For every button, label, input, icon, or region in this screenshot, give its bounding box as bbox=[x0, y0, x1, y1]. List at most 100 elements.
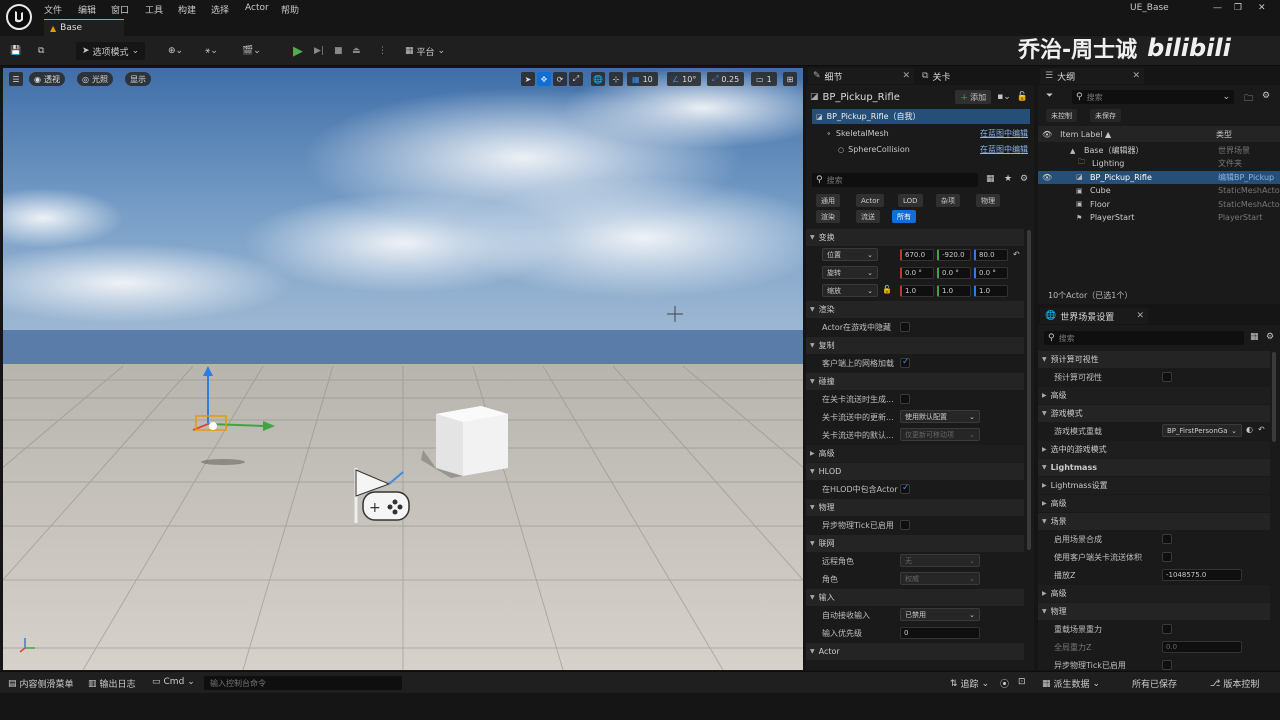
category-lightmass-settings[interactable]: ▶ Lightmass设置 bbox=[1038, 477, 1270, 494]
net-load-on-client-checkbox[interactable] bbox=[900, 357, 910, 368]
translate-mode-icon[interactable]: ✥ bbox=[537, 72, 551, 86]
world-space-icon[interactable]: 🌐 bbox=[591, 72, 605, 86]
content-browser-icon[interactable]: ⧉ bbox=[38, 42, 44, 60]
category-precomputed-visibility[interactable]: ▼ 预计算可视性 bbox=[1038, 351, 1270, 368]
filter-physics[interactable]: 物理 bbox=[976, 194, 1000, 207]
location-mode-combo[interactable]: 位置 ⌄ bbox=[822, 248, 878, 261]
select-mode-icon[interactable]: ➤ bbox=[521, 72, 535, 86]
menu-actor[interactable]: Actor bbox=[245, 3, 269, 13]
menu-help[interactable]: 帮助 bbox=[281, 3, 299, 16]
scale-x-field[interactable]: 1.0 bbox=[900, 285, 934, 297]
world-settings-scrollbar[interactable] bbox=[1272, 352, 1276, 442]
menu-build[interactable]: 构建 bbox=[178, 3, 196, 16]
auto-receive-input-combo[interactable]: 已禁用 ⌄ bbox=[900, 608, 980, 621]
game-mode-override-combo[interactable]: BP_FirstPersonGa ⌄ bbox=[1162, 424, 1242, 437]
menu-select[interactable]: 选择 bbox=[211, 3, 229, 16]
filter-icon[interactable]: ⏷ bbox=[1046, 91, 1053, 101]
cmd-button[interactable]: ▭ Cmd ⌄ bbox=[152, 677, 195, 687]
use-client-streaming-checkbox[interactable] bbox=[1162, 552, 1172, 562]
rotation-mode-combo[interactable]: 旋转 ⌄ bbox=[822, 266, 878, 279]
property-matrix-icon[interactable]: ▦ bbox=[1250, 332, 1259, 342]
outliner-row[interactable]: ▣ Cube StaticMeshActo bbox=[1038, 184, 1280, 197]
async-physics-checkbox[interactable] bbox=[1162, 660, 1172, 670]
location-y-field[interactable]: -920.0 bbox=[937, 249, 971, 261]
filter-general[interactable]: 通用 bbox=[816, 194, 840, 207]
stop-button[interactable]: ■ bbox=[334, 42, 343, 60]
category-physics[interactable]: ▼ 物理 bbox=[1038, 603, 1270, 620]
menu-file[interactable]: 文件 bbox=[44, 3, 62, 16]
rotation-x-field[interactable]: 0.0 ° bbox=[900, 267, 934, 279]
override-gravity-checkbox[interactable] bbox=[1162, 624, 1172, 634]
category-rendering[interactable]: ▼ 渲染 bbox=[806, 301, 1024, 318]
scale-y-field[interactable]: 1.0 bbox=[937, 285, 971, 297]
details-tab[interactable]: ✎ 细节 ✕ bbox=[808, 68, 914, 84]
mode-select-button[interactable]: ➤ 选项模式 ⌄ bbox=[76, 42, 146, 60]
world-settings-search-input[interactable] bbox=[1058, 333, 1229, 343]
filter-actor[interactable]: Actor bbox=[856, 194, 885, 207]
stop-record-icon[interactable]: ⊡ bbox=[1018, 677, 1026, 687]
visibility-eye-icon[interactable]: 👁 bbox=[1042, 173, 1052, 182]
reset-to-default-icon[interactable]: ↶ bbox=[1013, 250, 1020, 259]
scale-z-field[interactable]: 1.0 bbox=[974, 285, 1008, 297]
output-log-button[interactable]: ▥ 输出日志 bbox=[88, 677, 136, 691]
filter-rendering[interactable]: 渲染 bbox=[816, 210, 840, 223]
minimize-button[interactable]: — bbox=[1213, 3, 1222, 13]
category-advanced[interactable]: ▶ 高级 bbox=[1038, 495, 1270, 512]
source-control-button[interactable]: ⎇ 版本控制 bbox=[1210, 677, 1259, 691]
details-search-box[interactable]: ⚲ bbox=[812, 173, 978, 187]
category-advanced[interactable]: ▶ 高级 bbox=[806, 445, 1024, 462]
world-settings-search-box[interactable]: ⚲ bbox=[1044, 331, 1244, 345]
category-replication[interactable]: ▼ 复制 bbox=[806, 337, 1024, 354]
trace-button[interactable]: ⇅ 追踪 ⌄ bbox=[950, 677, 989, 691]
maximize-button[interactable]: ❐ bbox=[1234, 3, 1242, 13]
unreal-logo-icon[interactable] bbox=[4, 2, 34, 32]
component-sphere-collision[interactable]: ○ SphereCollision 在蓝图中编辑 bbox=[806, 142, 1034, 157]
input-priority-field[interactable]: 0 bbox=[900, 627, 980, 639]
location-x-field[interactable]: 670.0 bbox=[900, 249, 934, 261]
show-button[interactable]: 显示 bbox=[125, 72, 151, 86]
viewport-menu-icon[interactable]: ☰ bbox=[9, 72, 23, 86]
browse-asset-icon[interactable]: ◐ bbox=[1246, 425, 1253, 434]
global-gravity-field[interactable]: 0.0 bbox=[1162, 641, 1242, 653]
outliner-search-input[interactable] bbox=[1086, 92, 1213, 102]
play-options-button[interactable]: ⋮ bbox=[378, 42, 387, 60]
category-collision[interactable]: ▼ 碰撞 bbox=[806, 373, 1024, 390]
lock-icon[interactable]: 🔓 bbox=[1017, 92, 1028, 102]
property-matrix-icon[interactable]: ▦ bbox=[986, 174, 995, 184]
level-tab[interactable]: ▲ Base bbox=[44, 19, 124, 36]
category-world[interactable]: ▼ 场景 bbox=[1038, 513, 1270, 530]
filter-streaming[interactable]: 流送 bbox=[856, 210, 880, 223]
add-folder-icon[interactable]: 🗀 bbox=[1244, 91, 1253, 107]
scale-mode-icon[interactable]: ⤢ bbox=[569, 72, 583, 86]
details-scrollbar[interactable] bbox=[1027, 230, 1031, 550]
close-window-button[interactable]: ✕ bbox=[1258, 3, 1266, 13]
save-icon[interactable]: 💾 bbox=[10, 42, 21, 60]
role-combo[interactable]: 权威 ⌄ bbox=[900, 572, 980, 585]
outliner-row[interactable]: 🗀 Lighting 文件夹 bbox=[1038, 157, 1280, 170]
console-input-box[interactable] bbox=[204, 676, 402, 690]
world-settings-gear-icon[interactable]: ⚙ bbox=[1266, 332, 1274, 342]
scale-lock-icon[interactable]: 🔓 bbox=[882, 285, 892, 294]
record-icon[interactable]: ⦿ bbox=[1000, 677, 1009, 690]
location-z-field[interactable]: 80.0 bbox=[974, 249, 1008, 261]
kill-z-field[interactable]: -1048575.0 bbox=[1162, 569, 1242, 581]
perspective-button[interactable]: ◉ 透视 bbox=[29, 72, 65, 86]
outliner-row[interactable]: ▣ Floor StaticMeshActo bbox=[1038, 198, 1280, 211]
add-component-button[interactable]: ＋ 添加 bbox=[955, 90, 992, 104]
all-saved-button[interactable]: 所有已保存 bbox=[1132, 677, 1177, 690]
play-button[interactable]: ▶ bbox=[293, 42, 303, 60]
outliner-tab[interactable]: ☰ 大纲 ✕ bbox=[1040, 68, 1144, 84]
scale-mode-combo[interactable]: 缩放 ⌄ bbox=[822, 284, 878, 297]
world-settings-tab[interactable]: 🌐 世界场景设置 ✕ bbox=[1040, 308, 1148, 324]
category-lightmass[interactable]: ▼ Lightmass bbox=[1038, 459, 1270, 476]
outliner-search-box[interactable]: ⚲ ⌄ bbox=[1072, 90, 1234, 104]
category-actor[interactable]: ▼ Actor bbox=[806, 643, 1024, 660]
reset-to-default-icon[interactable]: ↶ bbox=[1258, 425, 1265, 434]
add-actor-icon[interactable]: ⊕⌄ bbox=[168, 42, 183, 60]
precomputed-visibility-checkbox[interactable] bbox=[1162, 372, 1172, 382]
levels-tab[interactable]: ⧉ 关卡 bbox=[918, 68, 950, 84]
filter-all[interactable]: 所有 bbox=[892, 210, 916, 223]
rotate-mode-icon[interactable]: ⟳ bbox=[553, 72, 567, 86]
category-selected-game-mode[interactable]: ▶ 选中的游戏模式 bbox=[1038, 441, 1270, 458]
uncontrolled-filter-button[interactable]: 未保存 bbox=[1090, 109, 1121, 122]
